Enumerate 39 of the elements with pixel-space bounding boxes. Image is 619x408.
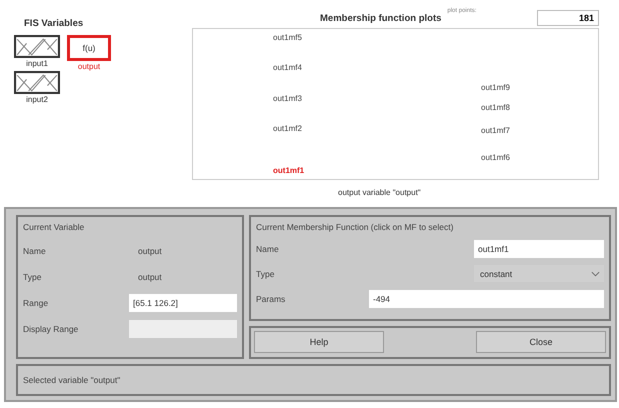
panel-title: FIS Variables: [24, 18, 84, 29]
mf-label[interactable]: out1mf8: [481, 103, 510, 112]
mf-label[interactable]: out1mf2: [273, 124, 302, 133]
variable-name: output: [138, 246, 162, 256]
status-bar: Selected variable "output": [16, 364, 611, 396]
mf-label[interactable]: out1mf4: [273, 63, 302, 72]
field-label: Name: [23, 246, 47, 256]
help-button[interactable]: Help: [254, 331, 384, 353]
variable-type: output: [138, 272, 162, 282]
variable-label: input2: [26, 95, 48, 104]
output-variable-box[interactable]: f(u): [67, 35, 111, 61]
mf-label[interactable]: out1mf7: [481, 126, 510, 135]
field-label: Name: [256, 244, 280, 254]
range-field[interactable]: [65.1 126.2]: [129, 294, 237, 312]
field-label: Type: [256, 268, 276, 278]
mf-label[interactable]: out1mf5: [273, 33, 302, 42]
caret-icon: [591, 270, 600, 276]
mf-name-field[interactable]: out1mf1: [474, 240, 604, 258]
field-label: Type: [23, 272, 42, 282]
mf-label[interactable]: out1mf1: [273, 166, 304, 175]
field-label: Range: [23, 298, 50, 308]
input-variable-icon[interactable]: [14, 35, 60, 58]
mf-label[interactable]: out1mf3: [273, 94, 302, 103]
close-button[interactable]: Close: [476, 331, 606, 353]
variable-label: output: [78, 62, 100, 71]
plot-title: Membership function plots: [320, 12, 442, 24]
mf-type-dropdown[interactable]: constant: [474, 265, 604, 282]
mf-label[interactable]: out1mf9: [481, 83, 510, 92]
field-label: Display Range: [23, 324, 80, 334]
panel-title: Current Variable: [23, 222, 86, 232]
field-label: Params: [256, 294, 286, 304]
plot-area[interactable]: out1mf5 out1mf4 out1mf9 out1mf3 out1mf8 out1mf2 out1mf7 out1mf6 out1mf1: [192, 28, 599, 180]
input-variable-icon[interactable]: [14, 71, 60, 94]
mf-label[interactable]: out1mf6: [481, 153, 510, 162]
plot-points-field[interactable]: 181: [537, 10, 599, 26]
variable-label: input1: [26, 59, 48, 68]
panel-title: Current Membership Function (click on MF to select): [256, 222, 454, 232]
params-field[interactable]: -494: [369, 290, 604, 308]
plot-caption: output variable "output": [338, 188, 422, 197]
